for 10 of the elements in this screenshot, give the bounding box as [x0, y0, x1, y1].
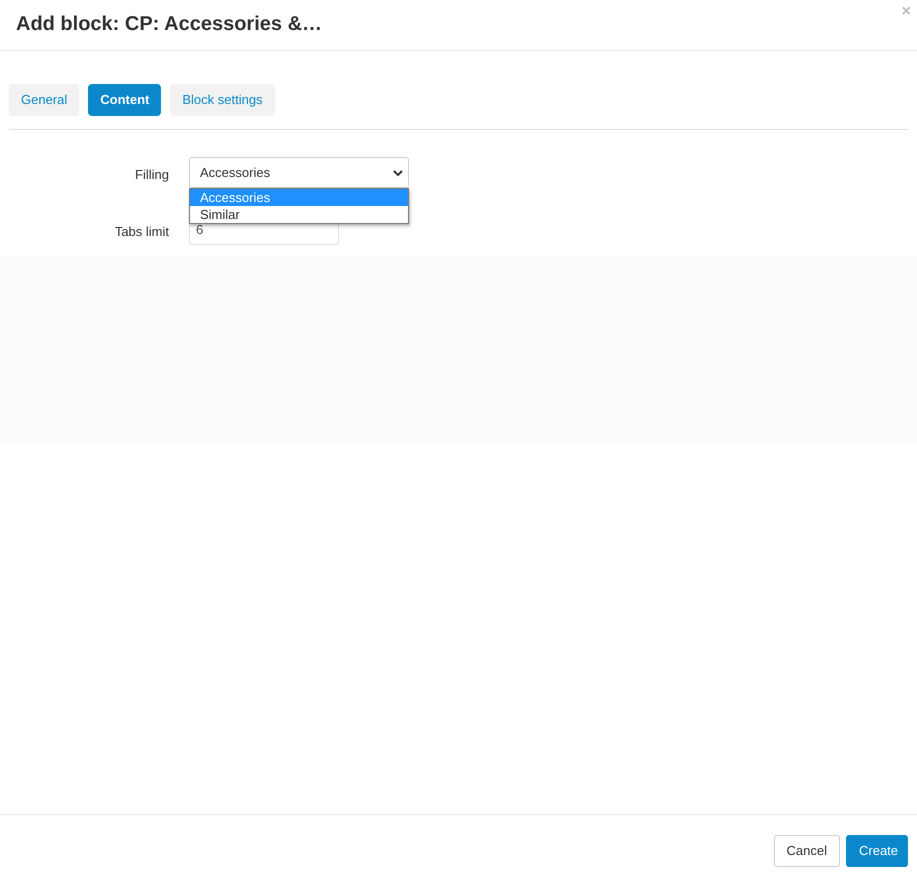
tab[interactable]: General: [9, 84, 80, 116]
dialog-title: Add block: CP: Accessories &…: [16, 12, 324, 36]
dropdown-option[interactable]: Accessories: [190, 189, 408, 206]
field-label: Tabs limit: [114, 223, 169, 241]
tab[interactable]: Block settings: [170, 84, 275, 116]
filling-select[interactable]: Accessories: [189, 157, 409, 188]
field-label: Filling: [134, 166, 169, 184]
cancel-button[interactable]: Cancel: [774, 835, 840, 867]
create-button[interactable]: Create: [846, 835, 908, 867]
tab[interactable]: Content: [88, 84, 162, 116]
